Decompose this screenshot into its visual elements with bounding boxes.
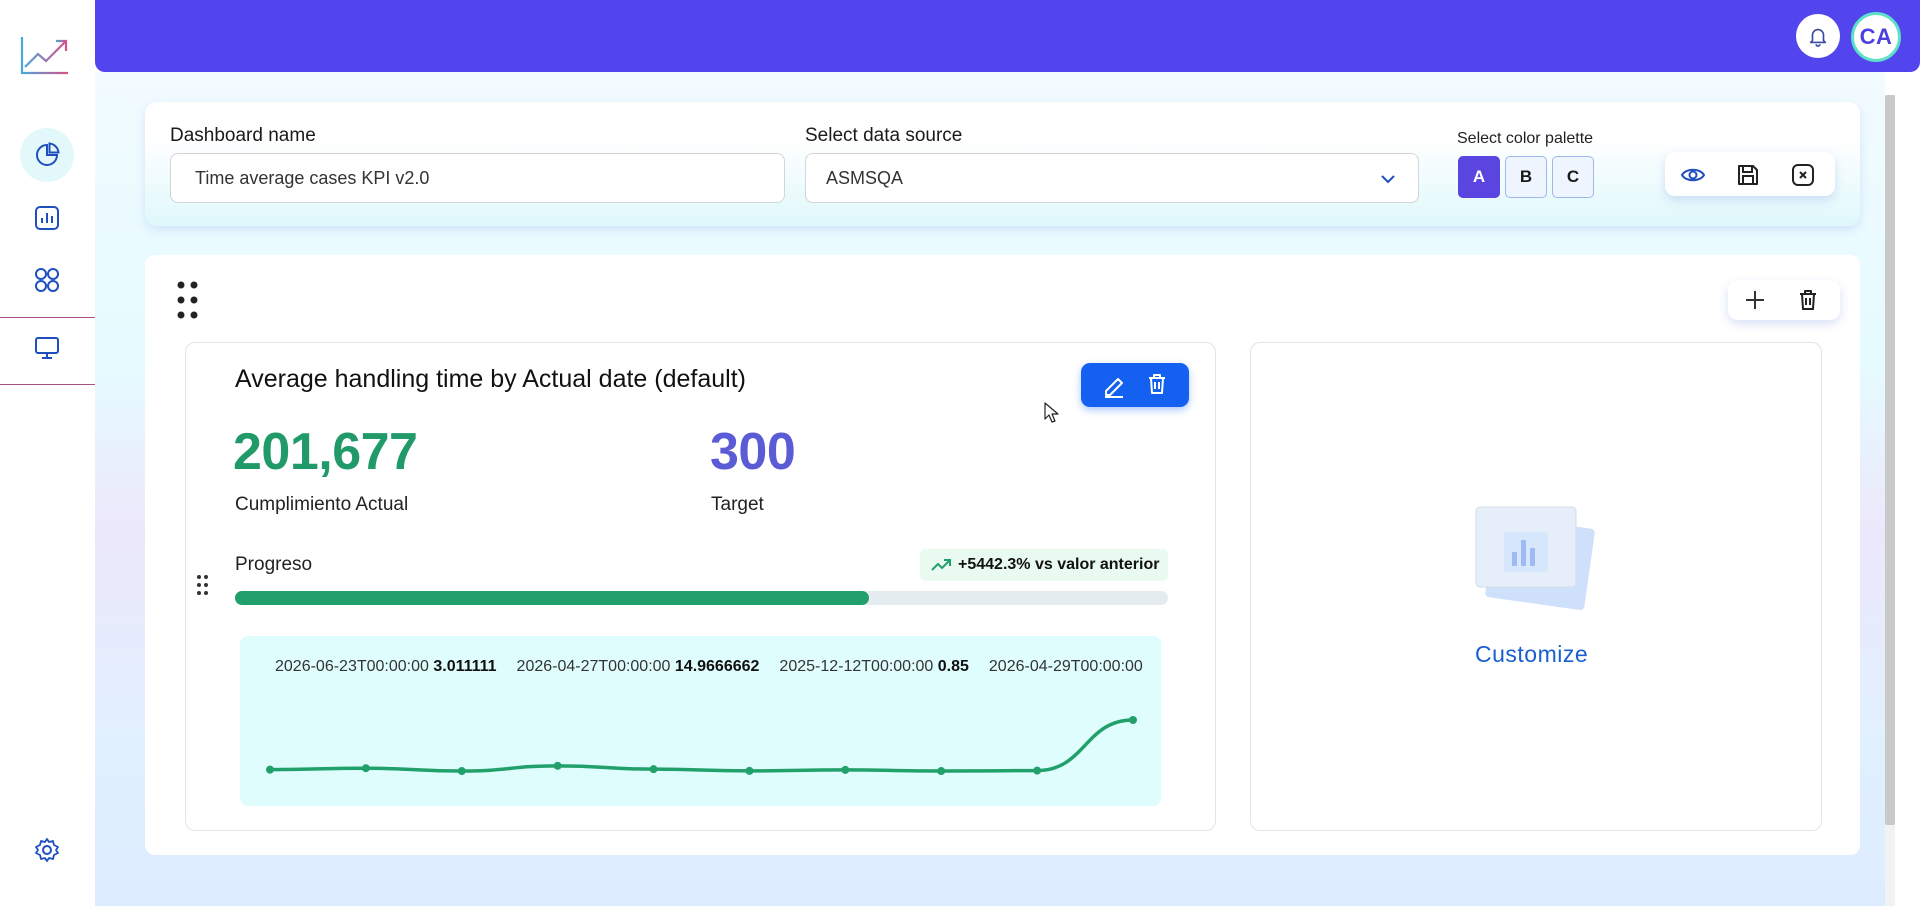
palette-b-button[interactable]: B <box>1505 156 1547 198</box>
data-source-value: ASMSQA <box>826 167 904 188</box>
drag-handle-icon[interactable] <box>175 280 201 320</box>
sparkline-chart <box>266 716 1137 776</box>
actual-value: 201,677 <box>233 423 418 481</box>
close-icon[interactable] <box>1790 162 1816 188</box>
sidebar-item-dashboards[interactable] <box>20 128 74 182</box>
sparkline-point[interactable] <box>361 764 370 773</box>
app-logo-icon[interactable] <box>19 34 71 76</box>
target-label: Target <box>711 494 764 515</box>
chart-placeholder-illustration <box>1475 506 1595 611</box>
dashboard-name-label: Dashboard name <box>170 125 316 146</box>
sparkline-point[interactable] <box>841 765 850 774</box>
sparkline-point[interactable] <box>745 766 754 775</box>
data-source-select[interactable]: ASMSQA <box>805 153 1419 203</box>
widget-title: Average handling time by Actual date (de… <box>235 365 746 393</box>
mouse-cursor-icon <box>1044 402 1059 423</box>
notifications-button[interactable] <box>1796 14 1840 58</box>
trend-text: +5442.3% vs valor anterior <box>958 556 1160 573</box>
target-value: 300 <box>710 423 796 481</box>
sparkline-point[interactable] <box>649 765 658 774</box>
palette-label: Select color palette <box>1457 130 1594 147</box>
sparkline-panel: 2026-06-23T00:00:00 3.011111 2026-04-27T0… <box>240 636 1161 806</box>
trash-icon[interactable] <box>1796 288 1820 312</box>
bar-chart-icon <box>35 206 59 230</box>
trend-badge: +5442.3% vs valor anterior <box>920 549 1168 581</box>
palette-a-button[interactable]: A <box>1458 156 1500 198</box>
gear-icon <box>35 838 59 862</box>
trending-up-icon <box>931 559 951 571</box>
data-source-label: Select data source <box>805 125 963 146</box>
sparkline-point[interactable] <box>266 765 274 774</box>
scrollbar-thumb[interactable] <box>1885 95 1895 825</box>
sidebar-divider <box>0 384 95 385</box>
grid-icon <box>35 268 59 292</box>
top-bar <box>95 0 1920 72</box>
widget-drag-handle-icon[interactable] <box>196 574 210 596</box>
sparkline-point[interactable] <box>1033 766 1042 775</box>
canvas-actions <box>1728 280 1840 320</box>
sparkline-point[interactable] <box>937 767 946 776</box>
dashboard-name-input[interactable] <box>170 153 785 203</box>
bell-icon <box>1809 28 1827 47</box>
user-avatar[interactable]: CA <box>1851 12 1901 62</box>
progress-bar <box>235 591 1168 605</box>
save-icon[interactable] <box>1735 162 1761 188</box>
monitor-icon <box>35 337 59 359</box>
actual-label: Cumplimiento Actual <box>235 494 409 515</box>
edit-icon[interactable] <box>1101 372 1127 398</box>
sidebar-item-apps[interactable] <box>20 253 74 307</box>
palette-c-button[interactable]: C <box>1552 156 1594 198</box>
settings-button[interactable] <box>20 823 74 877</box>
sidebar-item-screens[interactable] <box>20 320 74 374</box>
sparkline-point[interactable] <box>457 767 466 776</box>
sparkline-point[interactable] <box>1129 716 1137 724</box>
progress-label: Progreso <box>235 554 313 575</box>
sparkline-series-line <box>269 718 1134 773</box>
progress-bar-fill <box>235 591 870 605</box>
chevron-down-icon <box>1381 175 1395 184</box>
sidebar-item-reports[interactable] <box>20 191 74 245</box>
sparkline-point[interactable] <box>553 761 562 770</box>
customize-link[interactable]: Customize <box>1475 641 1588 668</box>
sidebar-divider <box>0 317 95 318</box>
sidebar <box>0 0 95 906</box>
dashboard-actions <box>1665 152 1835 196</box>
pie-chart-icon <box>36 142 60 166</box>
delete-widget-icon[interactable] <box>1145 372 1169 396</box>
eye-icon[interactable] <box>1680 162 1706 188</box>
widget-actions <box>1081 363 1189 407</box>
plus-icon[interactable] <box>1744 289 1766 311</box>
